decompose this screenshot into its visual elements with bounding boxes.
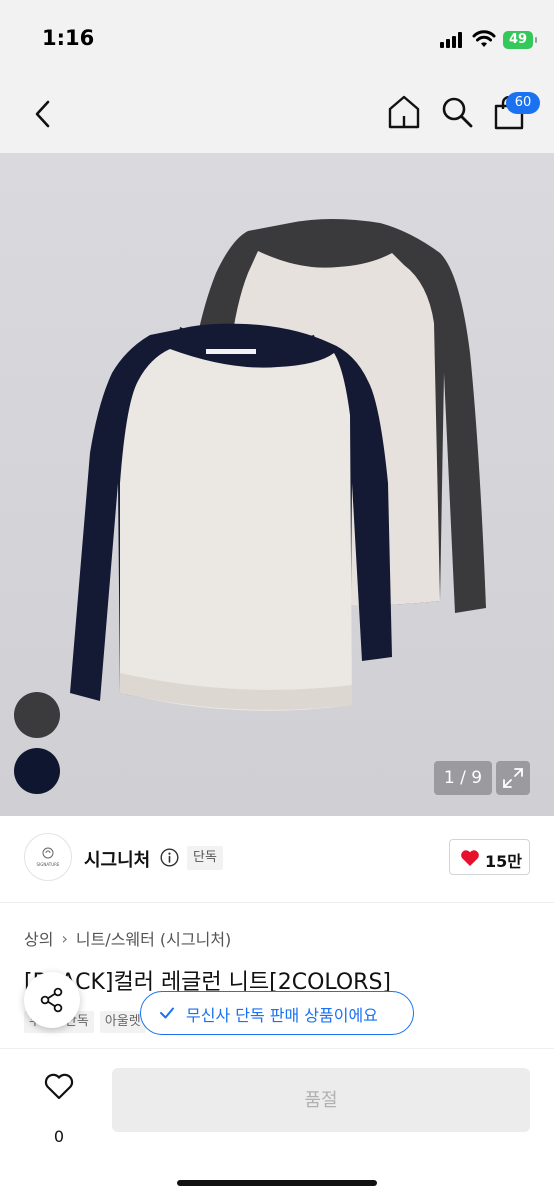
exclusive-tag: 단독 (187, 846, 223, 870)
home-icon[interactable] (386, 94, 422, 130)
expand-image-button[interactable] (496, 761, 530, 795)
product-image-carousel[interactable]: 1 / 9 (0, 153, 554, 816)
nav-bar: 60 (0, 80, 554, 153)
heart-outline-icon (44, 1073, 74, 1100)
breadcrumb-subcategory[interactable]: 니트/스웨터 (시그니처) (76, 926, 231, 950)
chevron-right-icon: › (61, 928, 68, 948)
brand-name[interactable]: 시그니처 (84, 846, 150, 872)
brand-like-button[interactable]: 15만 (449, 839, 530, 875)
check-icon (160, 1007, 174, 1019)
heart-filled-icon (461, 850, 479, 866)
status-time: 1:16 (42, 26, 95, 50)
product-photo (70, 219, 486, 711)
color-swatch-charcoal[interactable] (14, 692, 60, 738)
info-icon[interactable] (160, 848, 179, 867)
brand-logo-text: SIGNATURE (36, 862, 60, 867)
wifi-icon (472, 30, 496, 47)
brand-logo-mark (42, 847, 54, 859)
wishlist-button[interactable]: 0 (38, 1069, 80, 1146)
cart-count-badge: 60 (506, 92, 540, 114)
product-tag: 아울렛 (99, 1011, 146, 1033)
search-icon[interactable] (440, 95, 474, 129)
brand-logo[interactable]: SIGNATURE (24, 833, 72, 881)
breadcrumb-category[interactable]: 상의 (24, 926, 53, 950)
bottom-action-bar: 0 품절 (0, 1048, 554, 1200)
section-divider (0, 902, 554, 903)
toast-text: 무신사 단독 판매 상품이에요 (186, 1006, 378, 1025)
breadcrumb: 상의 › 니트/스웨터 (시그니처) (24, 926, 231, 950)
battery-indicator: 49 (503, 31, 537, 49)
wishlist-count: 0 (53, 1127, 65, 1146)
brand-like-count: 15만 (485, 852, 522, 871)
back-icon[interactable] (28, 97, 58, 131)
status-bar: 1:16 49 (0, 0, 554, 80)
exclusive-toast: 무신사 단독 판매 상품이에요 (140, 991, 414, 1035)
home-indicator (177, 1180, 377, 1186)
color-swatch-navy[interactable] (14, 748, 60, 794)
share-icon (40, 987, 63, 1013)
soldout-button[interactable]: 품절 (112, 1068, 530, 1132)
signal-icon (440, 32, 464, 48)
image-page-indicator: 1 / 9 (434, 761, 492, 795)
brand-row: SIGNATURE 시그니처 단독 15만 (0, 816, 554, 902)
expand-icon (503, 768, 523, 788)
share-button[interactable] (24, 972, 80, 1028)
